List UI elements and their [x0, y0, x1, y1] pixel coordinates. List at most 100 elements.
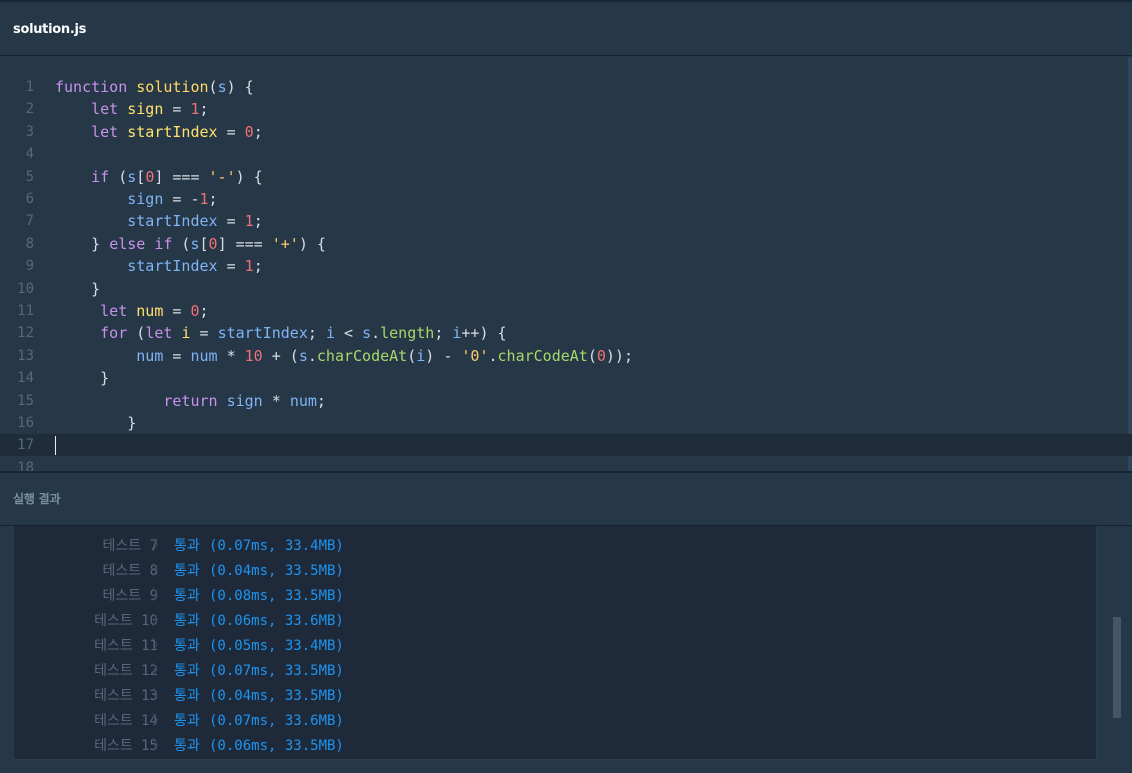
code-token: s [298, 346, 308, 365]
code-token: charCodeAt [316, 346, 408, 365]
code-token: 10 [244, 346, 263, 365]
code-line[interactable]: 9 startIndex = 1; [0, 255, 1132, 277]
code-text: sign = -1; [55, 188, 217, 210]
code-line[interactable]: 14 } [0, 367, 1132, 389]
code-line[interactable]: 16 } [0, 412, 1132, 434]
pass-status: 통과 [174, 713, 200, 729]
code-line[interactable]: 12 for (let i = startIndex; i < s.length… [0, 322, 1132, 344]
code-line[interactable]: 18 [0, 457, 1132, 471]
code-token: = [163, 346, 191, 365]
code-token: } [55, 234, 110, 253]
code-token: . [371, 324, 381, 343]
code-text: } [55, 412, 136, 434]
code-line[interactable]: 6 sign = -1; [0, 188, 1132, 210]
code-text: if (s[0] === '-') { [55, 166, 263, 188]
line-number: 8 [25, 235, 34, 252]
code-line[interactable]: 2 let sign = 1; [0, 98, 1132, 120]
test-label: 테스트 15 [94, 738, 158, 754]
file-tab-solution-js[interactable]: solution.js [13, 22, 86, 37]
code-text: for (let i = startIndex; i < s.length; i… [55, 322, 506, 344]
code-text: return sign * num; [55, 390, 326, 412]
pass-status: 통과 [174, 688, 200, 704]
result-row: 테스트 7 〉 통과 (0.07ms, 33.4MB) [14, 534, 1096, 559]
code-token: solution [136, 78, 209, 96]
line-number: 2 [25, 101, 34, 118]
code-token: = [217, 122, 245, 141]
code-line[interactable]: 3 let startIndex = 0; [0, 121, 1132, 143]
code-text: } [55, 367, 109, 389]
code-token: ( [407, 346, 417, 365]
result-row: 테스트 14 〉 통과 (0.07ms, 33.6MB) [14, 709, 1096, 734]
code-text: let num = 0; [55, 300, 209, 322]
code-line[interactable]: 11 let num = 0; [0, 300, 1132, 322]
code-token: ; [199, 302, 209, 320]
line-number: 14 [17, 370, 34, 387]
code-text: } [55, 278, 100, 300]
code-token: i [416, 346, 426, 365]
line-number: 10 [17, 280, 34, 297]
code-token: ; [199, 100, 209, 119]
code-token: ; [253, 122, 263, 141]
code-token: num [136, 346, 164, 365]
code-token: let [91, 100, 128, 119]
code-token: startIndex [127, 122, 218, 141]
code-token: ) { [235, 167, 263, 186]
test-metrics: (0.04ms, 33.5MB) [209, 688, 344, 704]
line-number: 15 [17, 392, 34, 409]
chevron-right-icon: 〉 [152, 738, 166, 754]
line-number: 6 [25, 191, 34, 207]
code-text: function solution(s) { [55, 76, 254, 98]
code-token: 1 [199, 190, 209, 208]
code-token: s [127, 167, 137, 186]
code-token: ) { [298, 234, 326, 253]
code-line[interactable]: 15 return sign * num; [0, 390, 1132, 412]
code-token: } [55, 414, 137, 432]
code-token: startIndex [127, 257, 218, 276]
code-line[interactable]: 13 num = num * 10 + (s.charCodeAt(i) - '… [0, 345, 1132, 367]
line-number: 18 [17, 459, 34, 471]
code-token: 0 [596, 346, 606, 365]
code-token: startIndex [127, 212, 218, 231]
code-token: ; [434, 324, 453, 343]
test-metrics: (0.08ms, 33.5MB) [209, 588, 344, 604]
pass-status: 통과 [174, 588, 200, 604]
code-line[interactable]: 8 } else if (s[0] === '+') { [0, 233, 1132, 255]
result-row: 테스트 12 〉 통과 (0.07ms, 33.5MB) [14, 659, 1096, 684]
result-row: 테스트 15 〉 통과 (0.06ms, 33.5MB) [14, 734, 1096, 759]
code-line[interactable]: 4 [0, 143, 1132, 165]
line-number: 9 [25, 258, 34, 275]
test-metrics: (0.06ms, 33.6MB) [209, 613, 344, 629]
test-metrics: (0.06ms, 33.5MB) [209, 738, 344, 754]
code-text: } else if (s[0] === '+') { [55, 233, 326, 255]
code-token: . [307, 346, 317, 365]
code-token: num [289, 391, 317, 410]
code-token: let [145, 324, 182, 343]
code-token: sign [127, 100, 164, 119]
code-token: ] === [217, 234, 272, 253]
code-line[interactable]: 17 [0, 434, 1132, 457]
line-number: 3 [25, 123, 34, 140]
code-token: = [163, 302, 191, 320]
code-line[interactable]: 7 startIndex = 1; [0, 210, 1132, 232]
pass-status: 통과 [174, 613, 200, 629]
code-token: num [190, 346, 218, 365]
test-label: 테스트 14 [94, 713, 158, 729]
result-scrollbar-thumb[interactable] [1113, 617, 1121, 718]
code-line[interactable]: 1 function solution(s) { [0, 76, 1132, 98]
code-line[interactable]: 5 if (s[0] === '-') { [0, 166, 1132, 188]
code-line[interactable]: 10 } [0, 278, 1132, 300]
code-editor[interactable]: 1 function solution(s) {2 let sign = 1; 3 … [0, 57, 1132, 471]
code-token: s [362, 324, 372, 343]
code-text: startIndex = 1; [55, 255, 262, 277]
code-token: length [380, 324, 435, 343]
code-token: } [55, 279, 101, 298]
code-token: ; [307, 324, 326, 343]
code-token: charCodeAt [497, 346, 588, 365]
line-number: 5 [25, 168, 34, 185]
code-token: ( [172, 234, 191, 253]
